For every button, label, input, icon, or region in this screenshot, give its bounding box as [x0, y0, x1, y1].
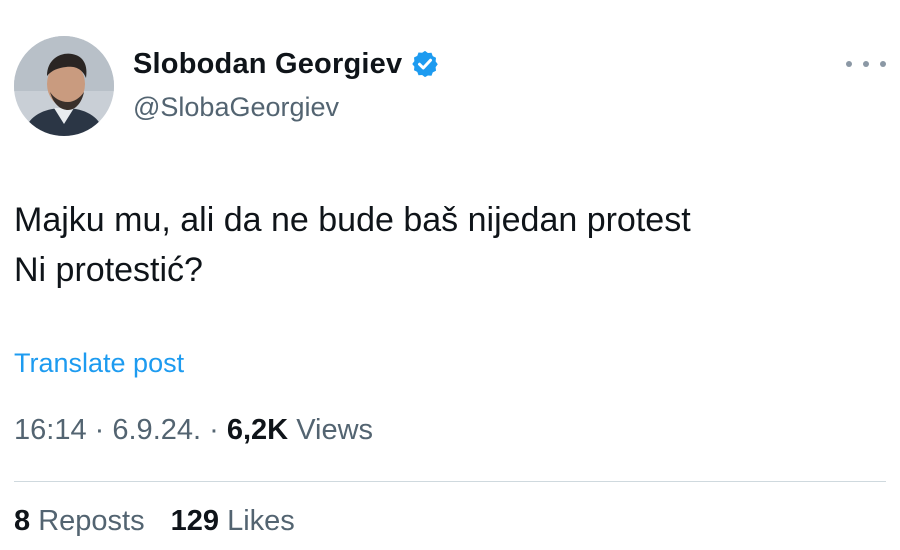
post-date[interactable]: 6.9.24. [112, 414, 201, 446]
divider [14, 481, 886, 482]
post-text-line: Ni protestić? [14, 251, 203, 289]
meta-separator: · [209, 414, 219, 446]
reposts-count: 8 [14, 505, 31, 537]
tweet-card: Slobodan Georgiev @SlobaGeorgiev Majku m… [0, 0, 900, 550]
post-time[interactable]: 16:14 [14, 414, 87, 446]
author-display-name[interactable]: Slobodan Georgiev [133, 48, 402, 81]
author-avatar[interactable] [14, 36, 114, 136]
reposts-stat[interactable]: 8 Reposts [14, 505, 153, 537]
verified-badge-icon[interactable] [410, 49, 440, 79]
post-text-line: Majku mu, ali da ne bude baš nijedan pro… [14, 201, 691, 239]
dot-icon [863, 61, 869, 67]
post-meta-row: 16:14 · 6.9.24. · 6,2K Views [14, 414, 373, 447]
post-stats-row: 8 Reposts 129 Likes [14, 505, 295, 538]
more-options-icon[interactable] [846, 52, 886, 76]
likes-label: Likes [227, 505, 295, 537]
author-name-row: Slobodan Georgiev [133, 44, 440, 84]
post-text: Majku mu, ali da ne bude baš nijedan pro… [14, 195, 691, 295]
likes-count: 129 [170, 505, 220, 537]
likes-stat[interactable]: 129 Likes [171, 505, 295, 537]
reposts-label: Reposts [38, 505, 145, 537]
avatar-photo-icon [14, 36, 114, 136]
dot-icon [846, 61, 852, 67]
meta-separator: · [94, 414, 105, 446]
dot-icon [880, 61, 886, 67]
views-label: Views [296, 414, 374, 446]
translate-post-link[interactable]: Translate post [14, 348, 184, 379]
author-handle[interactable]: @SlobaGeorgiev [133, 92, 339, 123]
views-count: 6,2K [226, 414, 289, 446]
